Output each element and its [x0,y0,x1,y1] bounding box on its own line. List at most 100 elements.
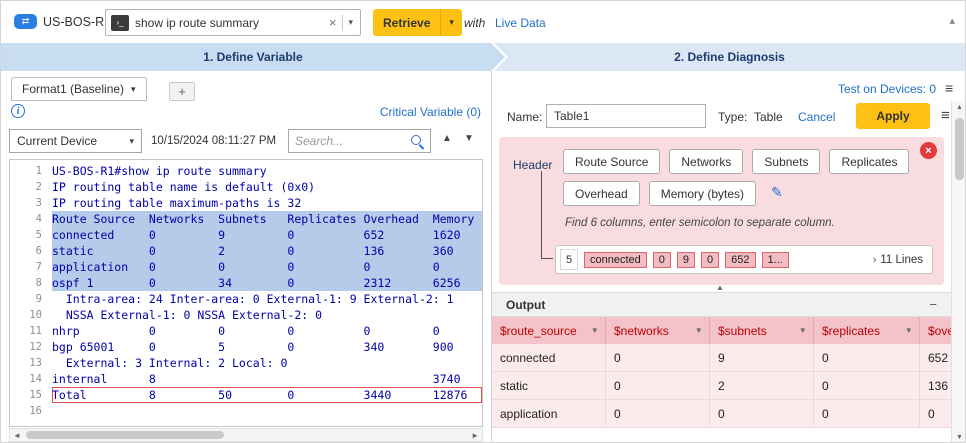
line-text[interactable]: IP routing table maximum-paths is 32 [52,195,482,211]
expander-icon[interactable]: › [873,254,877,266]
code-line: 15Total 8 50 0 3440 12876 [10,387,482,403]
chevron-down-icon[interactable]: ▾ [131,84,136,95]
minimize-icon[interactable]: − [929,297,937,312]
output-column-header[interactable]: $subnets▾ [710,317,814,344]
variable-menu-icon[interactable]: ≡ [941,107,950,124]
output-cell: 0 [814,344,920,371]
live-data-link[interactable]: Live Data [495,16,546,30]
output-cell: 652 [920,344,951,371]
find-previous-button[interactable]: ▲ [442,133,452,144]
cli-output-viewer[interactable]: 1US-BOS-R1#show ip route summary2IP rout… [9,159,483,427]
line-text[interactable]: IP routing table name is default (0x0) [52,179,482,195]
sample-line-row[interactable]: 5 connected0906521... › 11 Lines [555,245,933,274]
line-text[interactable]: nhrp 0 0 0 0 0 [52,323,482,339]
type-label: Type: [718,110,747,124]
command-input[interactable] [129,16,325,30]
clear-command-icon[interactable]: × [325,15,341,30]
line-text[interactable] [52,403,482,419]
retrieve-dropdown-icon[interactable]: ▾ [441,17,462,28]
line-text[interactable]: ospf 1 0 34 0 2312 6256 [52,275,482,291]
critical-variable-link[interactable]: Critical Variable (0) [361,105,481,119]
with-label: with [464,16,485,30]
command-dropdown-icon[interactable]: ▾ [345,17,360,28]
line-text[interactable]: Intra-area: 24 Inter-area: 0 External-1:… [52,291,482,307]
scrollbar-thumb[interactable] [26,431,224,439]
vertical-scrollbar[interactable]: ▲ ▼ [951,101,966,443]
scroll-down-icon[interactable]: ▼ [952,434,966,441]
line-text[interactable]: internal 8 3740 [52,371,482,387]
output-cell: connected [492,344,606,371]
step-define-variable[interactable]: 1. Define Variable [1,43,505,71]
search-icon[interactable] [410,134,424,148]
top-bar: ⇄ US-BOS-R1 ›_ × ▾ Retrieve ▾ with Live … [1,1,965,43]
lines-expander[interactable]: › 11 Lines [873,254,923,266]
horizontal-scrollbar[interactable]: ◄ ► [9,428,483,442]
chevron-down-icon[interactable]: ▾ [800,325,805,336]
line-text[interactable]: External: 3 Internal: 2 Local: 0 [52,355,482,371]
chevron-down-icon[interactable]: ▾ [696,325,701,336]
cancel-button[interactable]: Cancel [798,110,835,124]
sample-value[interactable]: 0 [653,252,671,268]
sample-values: connected 090 652 1... [584,252,789,268]
output-column-label: $overhead [928,324,951,338]
sample-value[interactable]: 1... [762,252,789,268]
line-text[interactable]: US-BOS-R1#show ip route summary [52,163,482,179]
header-column-chip[interactable]: Overhead [563,181,640,206]
line-number: 13 [10,355,52,371]
search-box[interactable] [288,129,431,153]
device-icon: ⇄ [14,14,37,29]
add-format-tab-button[interactable]: + [169,82,195,101]
header-column-chip[interactable]: Replicates [829,149,909,174]
chevron-down-icon[interactable]: ▾ [592,325,597,336]
line-text[interactable]: static 0 2 0 136 360 [52,243,482,259]
find-next-button[interactable]: ▼ [464,133,474,144]
header-column-chip[interactable]: Subnets [752,149,820,174]
line-number: 5 [10,227,52,243]
output-cell: 136 [920,372,951,399]
line-text[interactable]: application 0 0 0 0 0 [52,259,482,275]
test-on-devices-link[interactable]: Test on Devices: 0 [801,82,936,96]
sample-value[interactable]: 652 [725,252,755,268]
variable-name-input[interactable] [546,104,706,128]
edit-columns-icon[interactable]: ✎ [771,184,783,201]
output-column-header[interactable]: $overhead▾ [920,317,951,344]
code-line: 1US-BOS-R1#show ip route summary [10,163,482,179]
line-text[interactable]: Total 8 50 0 3440 12876 [52,387,482,403]
step-define-diagnosis[interactable]: 2. Define Diagnosis [494,43,965,71]
scroll-up-icon[interactable]: ▲ [952,104,966,111]
apply-button[interactable]: Apply [856,103,930,129]
line-text[interactable]: bgp 65001 0 5 0 340 900 [52,339,482,355]
collapse-panel-handle[interactable]: ▲ [705,283,735,292]
scroll-right-icon[interactable]: ► [471,431,479,440]
scrollbar-thumb[interactable] [955,118,964,180]
header-column-chip[interactable]: Route Source [563,149,660,174]
scroll-left-icon[interactable]: ◄ [13,431,21,440]
line-text[interactable]: NSSA External-1: 0 NSSA External-2: 0 [52,307,482,323]
line-number: 7 [10,259,52,275]
code-line: 13 External: 3 Internal: 2 Local: 0 [10,355,482,371]
line-text[interactable]: connected 0 9 0 652 1620 [52,227,482,243]
output-column-header[interactable]: $networks▾ [606,317,710,344]
line-text[interactable]: Route Source Networks Subnets Replicates… [52,211,483,227]
info-icon[interactable]: i [11,104,25,118]
header-column-chip[interactable]: Networks [669,149,743,174]
menu-icon[interactable]: ≡ [945,80,953,96]
line-number: 6 [10,243,52,259]
sample-value[interactable]: 9 [677,252,695,268]
line-number: 1 [10,163,52,179]
command-combo[interactable]: ›_ × ▾ [105,9,361,36]
output-column-header[interactable]: $replicates▾ [814,317,920,344]
search-input[interactable] [295,134,410,148]
tab-format1-baseline[interactable]: Format1 (Baseline) ▾ [11,77,147,101]
output-column-header[interactable]: $route_source▾ [492,317,606,344]
sample-value[interactable]: connected [584,252,647,268]
header-label: Header [513,158,552,172]
device-selector[interactable]: Current Device ▾ [9,129,142,153]
close-icon[interactable]: × [920,142,937,159]
sample-value[interactable]: 0 [701,252,719,268]
retrieve-button[interactable]: Retrieve ▾ [373,9,462,36]
header-column-chip[interactable]: Memory (bytes) [649,181,756,206]
chevron-down-icon[interactable]: ▾ [906,325,911,336]
output-row: static020136 [492,372,951,400]
collapse-topbar-icon[interactable]: ▴ [949,14,955,27]
